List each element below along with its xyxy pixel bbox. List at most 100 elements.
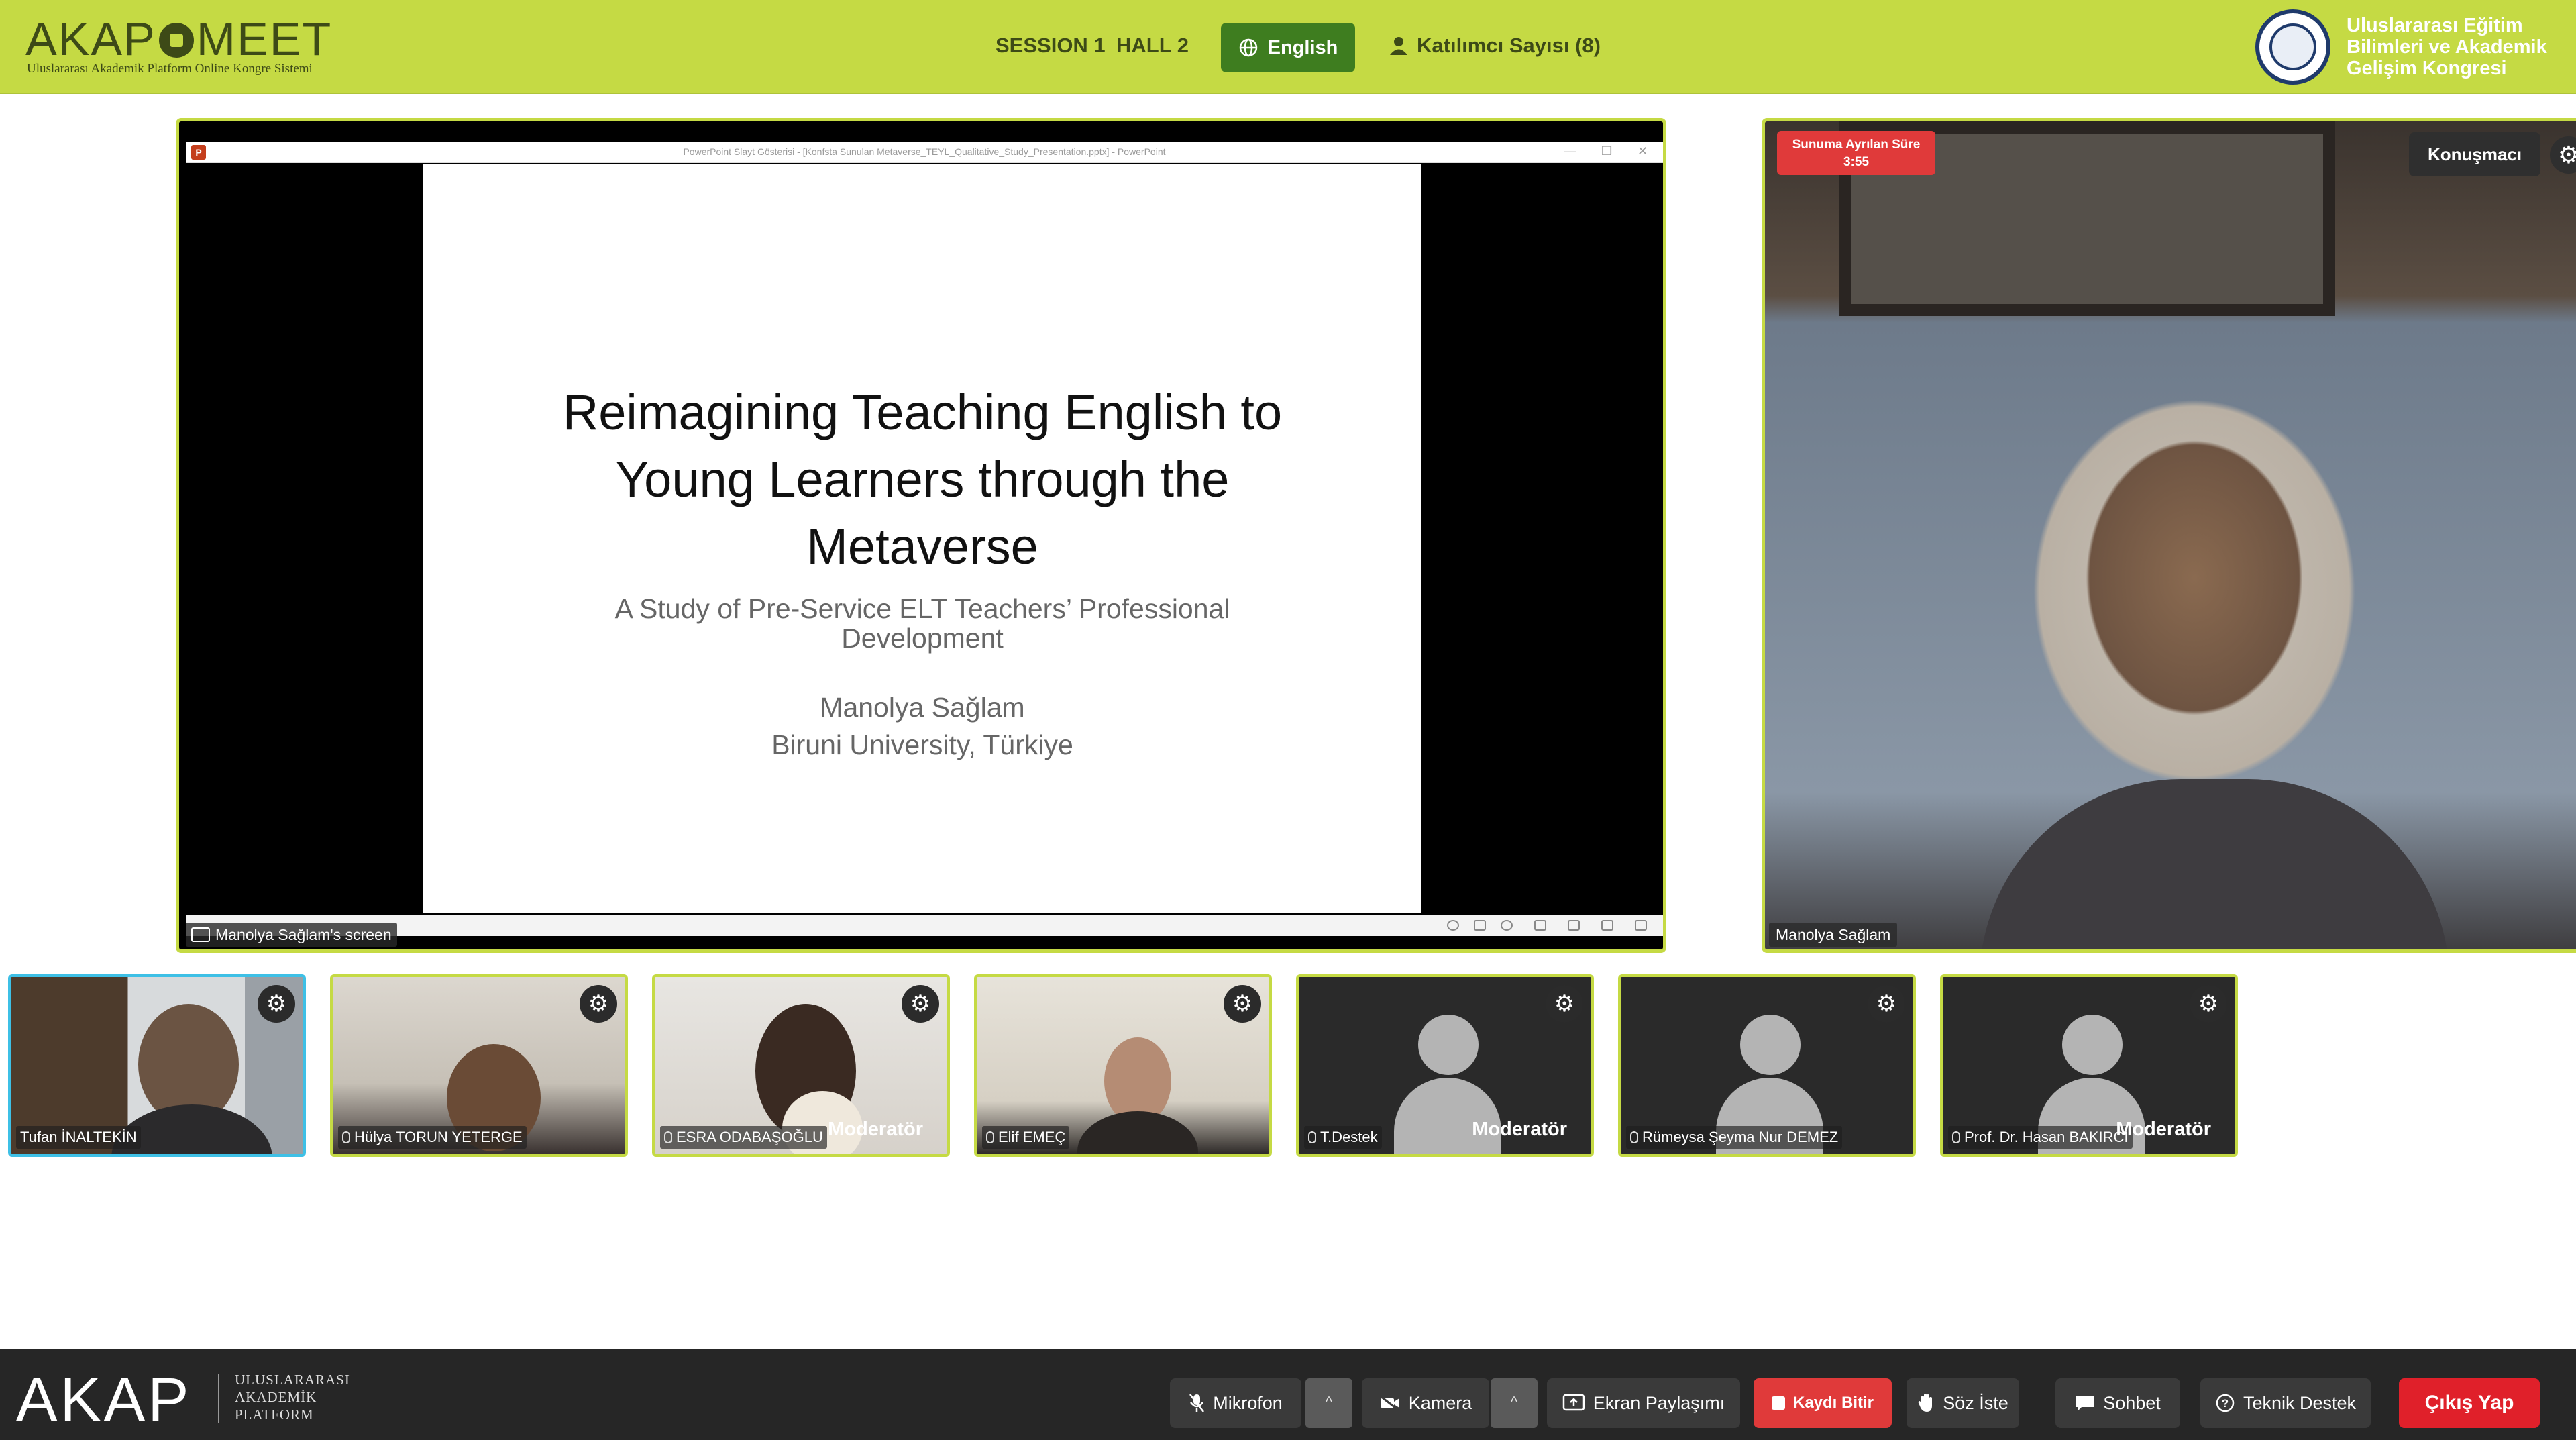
logo-left-text: AKAP: [25, 13, 156, 65]
participant-video-body: [1077, 1111, 1198, 1154]
screen-share-icon: [1562, 1394, 1585, 1411]
congress-name-line-1: Uluslararası Eğitim: [2347, 15, 2523, 36]
avatar-placeholder-body: [1394, 1078, 1501, 1154]
participant-tile[interactable]: ⚙ T.Destek Moderatör: [1296, 974, 1594, 1157]
speaker-video-panel[interactable]: Sunuma Ayrılan Süre 3:55 Konuşmacı ⚙ Man…: [1762, 118, 2576, 953]
gear-icon[interactable]: ⚙: [902, 985, 939, 1023]
slide-title: Reimagining Teaching English to Young Le…: [562, 384, 1283, 574]
bottom-toolbar: AKAP ULUSLARARASI AKADEMİK PLATFORM Mikr…: [0, 1349, 2576, 1440]
akap-logo-line-3: PLATFORM: [235, 1406, 314, 1423]
hall-label: HALL 2: [1116, 34, 1189, 57]
logo-right-text: MEET: [196, 13, 333, 65]
participant-name: Hülya TORUN YETERGE: [354, 1129, 523, 1145]
powerpoint-titlebar: P PowerPoint Slayt Gösterisi - [Konfsta …: [186, 142, 1663, 163]
screen-share-panel[interactable]: P PowerPoint Slayt Gösterisi - [Konfsta …: [176, 118, 1666, 953]
close-icon: ✕: [1638, 144, 1648, 158]
mic-off-icon: [342, 1131, 350, 1143]
speaker-name-label: Manolya Sağlam: [1769, 923, 1898, 947]
moderator-badge: Moderatör: [828, 1119, 923, 1140]
globe-icon: [1239, 38, 1257, 57]
gear-icon[interactable]: ⚙: [1224, 985, 1261, 1023]
language-label: English: [1267, 36, 1338, 58]
gear-icon[interactable]: ⚙: [258, 985, 295, 1023]
mic-off-icon: [1630, 1131, 1638, 1143]
language-button[interactable]: English: [1221, 23, 1355, 72]
participant-tile[interactable]: ⚙ Rümeysa Şeyma Nur DEMEZ: [1618, 974, 1916, 1157]
participant-name-label: Elif EMEÇ: [982, 1126, 1070, 1149]
participant-name: Elif EMEÇ: [998, 1129, 1066, 1145]
view-slideshow-icon: [1635, 920, 1647, 931]
slide-affiliation: Biruni University, Türkiye: [771, 729, 1073, 760]
participant-name: Rümeysa Şeyma Nur DEMEZ: [1642, 1129, 1839, 1145]
technical-support-button[interactable]: ? Teknik Destek: [2200, 1378, 2371, 1428]
view-reading-icon: [1601, 920, 1613, 931]
participant-name: Tufan İNALTEKİN: [20, 1129, 137, 1145]
participant-tile[interactable]: ⚙ Hülya TORUN YETERGE: [330, 974, 628, 1157]
screen-share-label: Manolya Sağlam's screen: [186, 923, 397, 947]
next-slide-icon: [1501, 920, 1513, 931]
avatar-placeholder-icon: [2062, 1015, 2123, 1075]
participant-name-label: Hülya TORUN YETERGE: [338, 1126, 527, 1149]
user-icon: [1390, 37, 1407, 55]
participant-tile[interactable]: ⚙ Prof. Dr. Hasan BAKIRCI Moderatör: [1940, 974, 2238, 1157]
record-label: Kaydı Bitir: [1792, 1394, 1874, 1412]
gear-icon[interactable]: ⚙: [2190, 985, 2227, 1023]
minimize-icon: —: [1564, 144, 1576, 158]
screen-share-icon: [191, 927, 210, 942]
participant-name: Prof. Dr. Hasan BAKIRCI: [1964, 1129, 2129, 1145]
raise-hand-button[interactable]: Söz İste: [1907, 1378, 2019, 1428]
mic-off-icon: [986, 1131, 994, 1143]
participant-name: ESRA ODABAŞOĞLU: [676, 1129, 823, 1145]
gear-icon[interactable]: ⚙: [2550, 136, 2576, 174]
mic-off-icon: [1189, 1394, 1205, 1412]
chat-label: Sohbet: [2103, 1392, 2161, 1413]
mic-off-icon: [1308, 1131, 1316, 1143]
screen-share-button-label: Ekran Paylaşımı: [1593, 1392, 1725, 1413]
powerpoint-statusbar: [186, 915, 1663, 936]
gear-icon[interactable]: ⚙: [580, 985, 617, 1023]
stop-icon: [1771, 1396, 1785, 1410]
powerpoint-window-title: PowerPoint Slayt Gösterisi - [Konfsta Su…: [683, 146, 1166, 157]
congress-seal-logo: [2255, 9, 2330, 85]
help-icon: ?: [2216, 1394, 2235, 1412]
participant-name-label: ESRA ODABAŞOĞLU: [660, 1126, 827, 1149]
microphone-button[interactable]: Mikrofon: [1170, 1378, 1301, 1428]
akap-footer-logo: AKAP: [16, 1366, 192, 1434]
top-header: AKAP MEET Uluslararası Akademik Platform …: [0, 0, 2576, 94]
gear-icon[interactable]: ⚙: [1546, 985, 1583, 1023]
session-label: SESSION 1: [996, 34, 1106, 57]
exit-button[interactable]: Çıkış Yap: [2399, 1378, 2540, 1428]
participant-name-label: T.Destek: [1304, 1126, 1382, 1149]
caret-up-icon[interactable]: ^: [1305, 1378, 1352, 1428]
participant-tile[interactable]: ⚙ ESRA ODABAŞOĞLU Moderatör: [652, 974, 950, 1157]
akap-logo-line-2: AKADEMİK: [235, 1389, 317, 1405]
avatar-placeholder-icon: [1740, 1015, 1801, 1075]
participant-count-button[interactable]: Katılımcı Sayısı (8): [1389, 34, 1601, 58]
svg-text:?: ?: [2222, 1397, 2229, 1410]
participant-name-label: Prof. Dr. Hasan BAKIRCI: [1948, 1126, 2133, 1149]
camera-label: Kamera: [1408, 1392, 1472, 1413]
screen-share-button[interactable]: Ekran Paylaşımı: [1547, 1378, 1740, 1428]
raise-hand-label: Söz İste: [1943, 1392, 2008, 1413]
slide-author: Manolya Sağlam: [820, 692, 1025, 723]
stop-recording-button[interactable]: Kaydı Bitir: [1754, 1378, 1892, 1428]
gear-icon[interactable]: ⚙: [1868, 985, 1905, 1023]
participant-tile[interactable]: ⚙ Elif EMEÇ: [974, 974, 1272, 1157]
caret-up-icon[interactable]: ^: [1491, 1378, 1538, 1428]
view-normal-icon: [1534, 920, 1546, 931]
congress-name-line-2: Bilimleri ve Akademik: [2347, 36, 2547, 58]
chat-button[interactable]: Sohbet: [2055, 1378, 2180, 1428]
view-grid-icon: [1568, 920, 1580, 931]
camera-button[interactable]: Kamera: [1362, 1378, 1489, 1428]
slide-subtitle: A Study of Pre-Service ELT Teachers’ Pro…: [614, 593, 1230, 654]
participant-tile[interactable]: ⚙ Tufan İNALTEKİN: [8, 974, 306, 1157]
speaker-video-figure: [1980, 779, 2449, 949]
logo-divider: [218, 1374, 219, 1423]
timer-value: 3:55: [1843, 155, 1870, 169]
prev-slide-icon: [1447, 920, 1459, 931]
speaker-role-badge: Konuşmacı: [2409, 132, 2541, 176]
logo-subtitle: Uluslararası Akademik Platform Online Ko…: [27, 62, 313, 76]
logo-dot-icon: [158, 23, 194, 58]
participant-name-label: Rümeysa Şeyma Nur DEMEZ: [1626, 1126, 1843, 1149]
restore-icon: ❐: [1601, 144, 1613, 158]
